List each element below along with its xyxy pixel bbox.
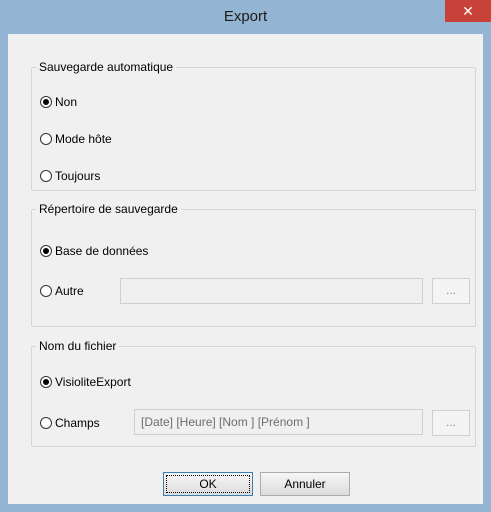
close-button[interactable]: ✕ — [445, 0, 491, 22]
radio-file-name-champs[interactable]: Champs — [40, 416, 100, 430]
ok-button[interactable]: OK — [163, 472, 253, 496]
close-icon: ✕ — [462, 3, 474, 19]
radio-label: Champs — [55, 416, 100, 430]
save-directory-group: Répertoire de sauvegarde — [31, 202, 476, 327]
save-directory-legend: Répertoire de sauvegarde — [39, 202, 178, 216]
save-directory-browse-button[interactable]: ... — [432, 278, 470, 304]
radio-unchecked-icon — [40, 285, 52, 297]
radio-auto-save-toujours[interactable]: Toujours — [40, 169, 100, 183]
radio-file-name-visiolite[interactable]: VisioliteExport — [40, 375, 131, 389]
file-name-browse-button[interactable]: ... — [432, 410, 470, 436]
radio-label: Base de données — [55, 244, 149, 258]
focus-rectangle — [166, 475, 250, 493]
export-dialog: Export ✕ Sauvegarde automatique Non Mode… — [0, 0, 491, 512]
radio-label: VisioliteExport — [55, 375, 131, 389]
file-name-legend: Nom du fichier — [39, 339, 117, 353]
dialog-title: Export — [223, 8, 268, 25]
radio-unchecked-icon — [40, 133, 52, 145]
cancel-button[interactable]: Annuler — [260, 472, 350, 496]
radio-label: Non — [55, 95, 78, 109]
radio-checked-icon — [40, 245, 52, 257]
radio-save-dir-autre[interactable]: Autre — [40, 284, 84, 298]
save-directory-path-field[interactable] — [120, 278, 423, 304]
radio-checked-icon — [40, 376, 52, 388]
radio-label: Autre — [55, 284, 84, 298]
radio-unchecked-icon — [40, 417, 52, 429]
radio-checked-icon — [40, 96, 52, 108]
radio-unchecked-icon — [40, 170, 52, 182]
radio-auto-save-mode-hote[interactable]: Mode hôte — [40, 132, 112, 146]
file-name-fields-input[interactable]: [Date] [Heure] [Nom ] [Prénom ] — [134, 409, 423, 435]
cancel-button-label: Annuler — [284, 477, 326, 491]
radio-save-dir-database[interactable]: Base de données — [40, 244, 148, 258]
auto-save-legend: Sauvegarde automatique — [39, 60, 174, 74]
radio-label: Mode hôte — [55, 132, 112, 146]
title-bar[interactable]: Export ✕ — [8, 0, 491, 34]
radio-auto-save-non[interactable]: Non — [40, 95, 77, 109]
radio-label: Toujours — [55, 169, 101, 183]
